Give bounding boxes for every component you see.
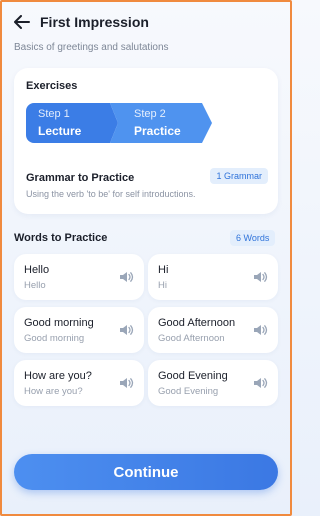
step-name: Practice <box>134 124 181 138</box>
word-card[interactable]: How are you? How are you? <box>14 360 144 406</box>
word-card[interactable]: Good Afternoon Good Afternoon <box>148 307 278 353</box>
words-count-badge: 6 Words <box>230 230 276 246</box>
page-subtitle: Basics of greetings and salutations <box>14 42 169 53</box>
header: First Impression <box>12 12 149 32</box>
speaker-icon[interactable] <box>118 375 134 391</box>
word-text: Good Evening <box>158 370 228 382</box>
page-title: First Impression <box>40 14 149 30</box>
word-text: How are you? <box>24 370 92 382</box>
step-name: Lecture <box>38 124 82 138</box>
speaker-icon[interactable] <box>118 269 134 285</box>
back-arrow-icon[interactable] <box>12 12 32 32</box>
step-lecture[interactable]: Step 1 Lecture <box>26 103 118 143</box>
word-subtext: Hi <box>158 280 167 291</box>
step-number: Step 2 <box>134 108 166 120</box>
word-text: Hi <box>158 264 169 276</box>
speaker-icon[interactable] <box>252 269 268 285</box>
word-card[interactable]: Hello Hello <box>14 254 144 300</box>
word-card[interactable]: Hi Hi <box>148 254 278 300</box>
word-subtext: Good morning <box>24 333 85 344</box>
step-number: Step 1 <box>38 108 70 120</box>
word-subtext: Good Evening <box>158 386 219 397</box>
speaker-icon[interactable] <box>118 322 134 338</box>
word-text: Good Afternoon <box>158 317 236 329</box>
word-subtext: Hello <box>24 280 46 291</box>
exercises-card: Exercises Step 1 Lecture Step 2 Practice… <box>14 68 278 214</box>
exercises-title: Exercises <box>26 80 78 92</box>
word-card[interactable]: Good Evening Good Evening <box>148 360 278 406</box>
word-subtext: How are you? <box>24 386 83 397</box>
word-text: Good morning <box>24 317 94 329</box>
speaker-icon[interactable] <box>252 322 268 338</box>
grammar-description: Using the verb 'to be' for self introduc… <box>26 189 196 199</box>
word-subtext: Good Afternoon <box>158 333 225 344</box>
step-practice[interactable]: Step 2 Practice <box>110 103 212 143</box>
grammar-title: Grammar to Practice <box>26 172 135 184</box>
words-title: Words to Practice <box>14 232 108 244</box>
word-card[interactable]: Good morning Good morning <box>14 307 144 353</box>
speaker-icon[interactable] <box>252 375 268 391</box>
grammar-count-badge: 1 Grammar <box>210 168 268 184</box>
word-text: Hello <box>24 264 50 276</box>
steps-progress: Step 1 Lecture Step 2 Practice <box>26 103 212 143</box>
continue-button[interactable]: Continue <box>14 454 278 490</box>
